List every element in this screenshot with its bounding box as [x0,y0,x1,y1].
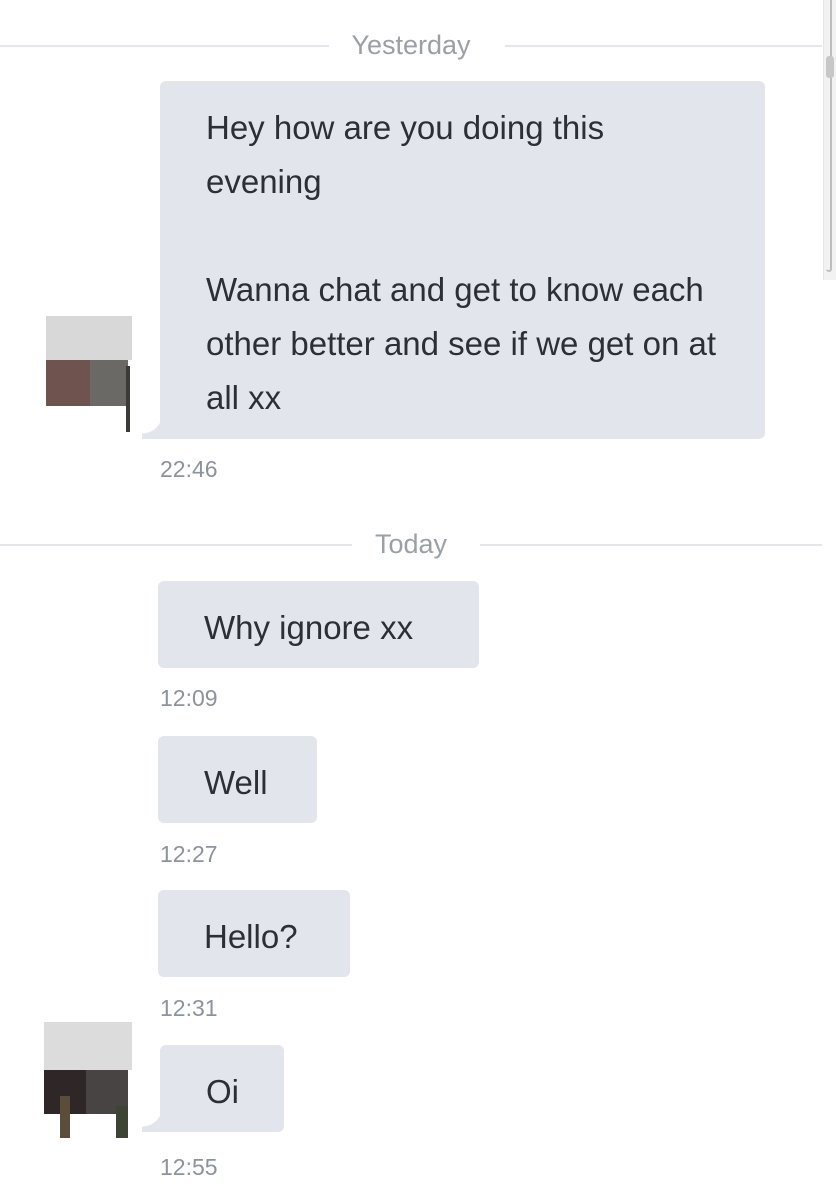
message-timestamp: 12:55 [160,1154,218,1180]
message-timestamp: 12:27 [160,841,218,867]
message-bubble[interactable]: Well [158,736,317,823]
sender-avatar[interactable] [36,1022,132,1138]
message-bubble[interactable]: Why ignore xx [158,581,479,668]
day-divider-today: Today [0,524,822,564]
scrollbar-track [826,0,832,272]
sender-avatar[interactable] [36,316,132,432]
day-label: Today [352,529,470,559]
message-timestamp: 12:31 [160,995,218,1021]
day-label: Yesterday [329,30,493,60]
message-bubble[interactable]: Oi [142,1045,284,1132]
scrollbar-thumb[interactable] [826,56,834,78]
chat-screen: Yesterday Hey how are you doing this eve… [0,0,836,1200]
message-timestamp: 12:09 [160,685,218,711]
day-divider-yesterday: Yesterday [0,25,822,65]
message-timestamp: 22:46 [160,456,218,482]
scrollbar[interactable] [823,0,836,280]
message-bubble[interactable]: Hey how are you doing this evening Wanna… [142,81,765,439]
message-bubble[interactable]: Hello? [158,890,350,977]
